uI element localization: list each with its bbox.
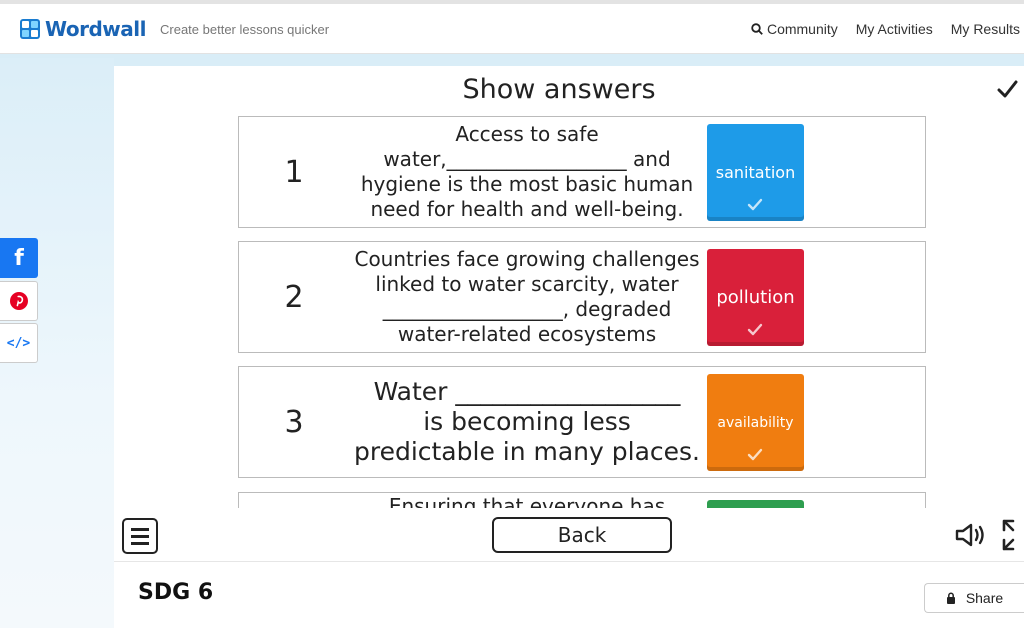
question-number: 1 [284,154,304,190]
logo-text: Wordwall [45,17,146,41]
question-line: Water __________________ [373,377,681,406]
question-line: __________________, degraded [382,297,672,321]
game-title: Show answers [462,74,656,105]
correct-check-icon [747,198,763,211]
check-icon[interactable] [996,78,1018,100]
pinterest-share-button[interactable] [0,281,38,321]
facebook-icon: f [14,245,24,271]
answer-card: 3 Water __________________ is becoming l… [238,366,926,478]
lock-icon [946,592,955,604]
top-navigation-bar: Wordwall Create better lessons quicker C… [0,0,1024,54]
main-nav: Community My Activities My Results [733,21,1020,37]
share-label: Share [965,590,1004,606]
answer-label: availability [717,414,794,431]
fullscreen-icon[interactable] [1000,518,1024,552]
search-icon [751,23,763,35]
question-line: Ensuring that everyone has [388,494,666,508]
activity-title: SDG 6 [138,580,214,605]
question-line: predictable in many places. [353,437,701,466]
question-line: hygiene is the most basic human [360,172,694,196]
answer-tile [707,500,804,508]
pinterest-icon [9,292,28,310]
embed-icon: </> [6,335,31,351]
question-text: Ensuring that everyone has [347,493,707,508]
answer-card: 2 Countries face growing challenges link… [238,241,926,353]
question-text: Water __________________ is becoming les… [347,367,707,477]
nav-my-results[interactable]: My Results [951,21,1020,37]
game-area: Show answers 1 Access to safe water,____… [114,66,1024,561]
question-line: linked to water scarcity, water [375,272,679,296]
question-line: Access to safe [455,122,599,146]
tagline: Create better lessons quicker [160,22,330,37]
menu-icon [131,527,149,531]
activity-panel: Show answers 1 Access to safe water,____… [114,66,1024,628]
question-number: 3 [284,404,304,440]
answers-list[interactable]: 1 Access to safe water,_________________… [238,116,926,508]
question-line: water-related ecosystems [397,322,657,346]
nav-community-label: Community [766,21,838,37]
question-line: water,__________________ and [383,147,671,171]
speaker-icon[interactable] [954,521,988,549]
answer-card: Ensuring that everyone has [238,492,926,508]
question-line: Countries face growing challenges [354,247,700,271]
divider [114,561,1024,562]
question-line: is becoming less [423,407,631,436]
facebook-share-button[interactable]: f [0,238,38,278]
wordwall-logo-icon [20,19,40,39]
question-text: Access to safe water,__________________ … [347,117,707,227]
answer-tile: sanitation [707,124,804,221]
share-button[interactable]: Share [924,583,1024,613]
correct-check-icon [747,448,763,461]
answer-tile: availability [707,374,804,471]
answer-label: pollution [716,287,795,308]
correct-check-icon [747,323,763,336]
back-button[interactable]: Back [492,517,672,553]
nav-my-activities[interactable]: My Activities [856,21,933,37]
nav-community[interactable]: Community [751,21,838,37]
embed-share-button[interactable]: </> [0,323,38,363]
question-line: need for health and well-being. [370,197,684,221]
answer-card: 1 Access to safe water,_________________… [238,116,926,228]
answer-tile: pollution [707,249,804,346]
wordwall-logo[interactable]: Wordwall [20,17,146,41]
question-text: Countries face growing challenges linked… [347,242,707,352]
menu-button[interactable] [122,518,158,554]
question-number: 2 [284,279,304,315]
answer-label: sanitation [715,163,796,182]
